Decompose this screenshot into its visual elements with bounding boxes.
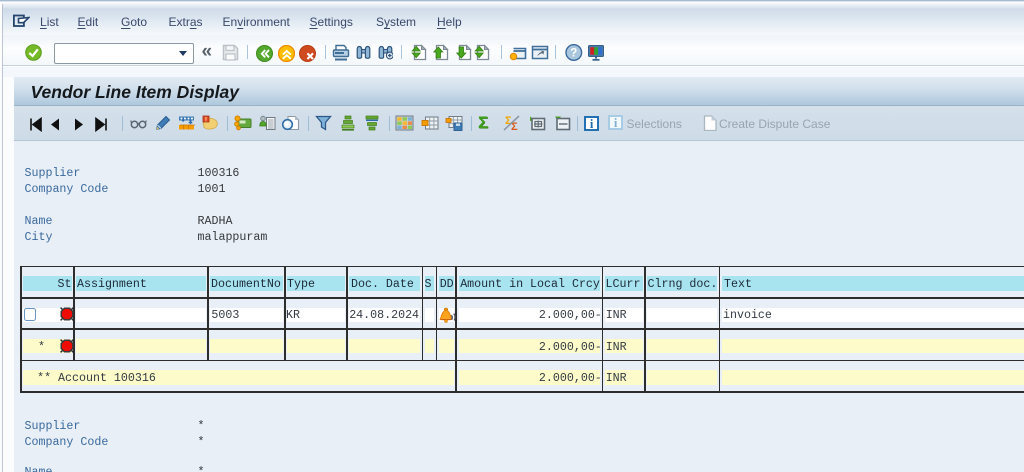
svg-text:i: i xyxy=(614,116,618,130)
svg-text:i: i xyxy=(589,117,593,131)
svg-text:!: ! xyxy=(204,116,206,123)
svg-text:?: ? xyxy=(570,47,577,59)
